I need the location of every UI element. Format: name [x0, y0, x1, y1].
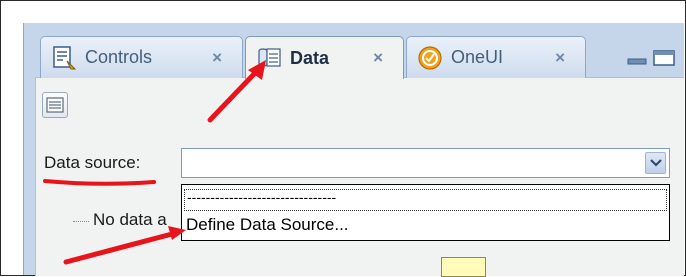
tree-connector: [73, 221, 89, 222]
tab-oneui[interactable]: OneUI ×: [406, 36, 586, 78]
window-controls: [627, 50, 675, 66]
chevron-down-icon: [649, 159, 662, 167]
data-source-dropdown: -------------------------------- Define …: [181, 184, 670, 241]
dropdown-arrow[interactable]: [645, 152, 666, 174]
list-icon: [46, 97, 64, 113]
tree-no-data-label: No data a: [93, 210, 167, 229]
toolbar-view-button[interactable]: [42, 92, 68, 118]
tab-oneui-label: OneUI: [451, 47, 504, 67]
tab-data-label: Data: [290, 47, 330, 68]
dropdown-option-separator[interactable]: --------------------------------: [184, 189, 667, 211]
dropdown-option-define-data-source[interactable]: Define Data Source...: [184, 215, 349, 235]
tab-data-close-icon[interactable]: ×: [373, 48, 383, 68]
data-source-select[interactable]: [181, 148, 670, 178]
title-strip: [1, 1, 683, 23]
oneui-icon: [418, 45, 442, 70]
data-source-label: Data source:: [44, 153, 141, 172]
tab-controls[interactable]: Controls ×: [40, 36, 243, 78]
controls-icon: [53, 45, 77, 69]
tab-oneui-close-icon[interactable]: ×: [555, 48, 565, 68]
data-icon: [258, 48, 281, 67]
minimize-icon[interactable]: [627, 58, 647, 65]
maximize-icon[interactable]: [653, 50, 675, 66]
tab-controls-close-icon[interactable]: ×: [212, 48, 222, 68]
highlight-box: [441, 257, 486, 277]
tab-data[interactable]: Data ×: [245, 36, 404, 79]
tab-controls-label: Controls: [85, 47, 153, 67]
